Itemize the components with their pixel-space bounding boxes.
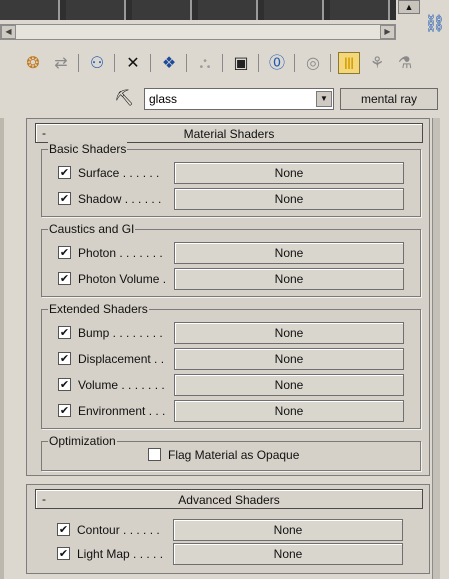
photon-checkbox[interactable]: ✔ xyxy=(58,246,71,259)
make-unique-icon[interactable]: ❖ xyxy=(158,52,180,74)
sample-slot[interactable] xyxy=(66,0,126,20)
group-label: Basic Shaders xyxy=(48,142,128,156)
surface-row: ✔ Surface . . . . . . None xyxy=(58,162,414,184)
sample-type-icon[interactable]: ⛓ xyxy=(424,14,446,34)
rollout-title: Material Shaders xyxy=(183,127,275,141)
environment-label: Environment . . . xyxy=(78,404,166,418)
material-name-input[interactable] xyxy=(145,89,315,109)
photon-volume-label: Photon Volume . xyxy=(78,272,167,286)
light-map-label: Light Map . . . . . xyxy=(77,547,164,561)
material-name-combobox[interactable]: ▼ xyxy=(144,88,334,110)
shadow-row: ✔ Shadow . . . . . . None xyxy=(58,188,414,210)
show-map-in-viewport-icon[interactable]: ⓪ xyxy=(266,52,288,74)
light-map-row: ✔ Light Map . . . . . None xyxy=(57,543,413,565)
photon-label: Photon . . . . . . . xyxy=(78,246,163,260)
pick-material-icon[interactable]: ⚗ xyxy=(394,52,416,74)
environment-map-button[interactable]: None xyxy=(174,400,404,422)
volume-checkbox[interactable]: ✔ xyxy=(58,378,71,391)
group-label: Extended Shaders xyxy=(48,302,149,316)
environment-row: ✔ Environment . . . None xyxy=(58,400,414,422)
toolbar-separator xyxy=(330,54,331,72)
panel-left-border xyxy=(0,118,4,579)
surface-checkbox[interactable]: ✔ xyxy=(58,166,71,179)
material-shaders-header[interactable]: - Material Shaders xyxy=(35,123,423,143)
flag-opaque-label: Flag Material as Opaque xyxy=(168,448,300,462)
sample-slot[interactable] xyxy=(330,0,390,20)
material-shaders-rollout: - Material Shaders Basic Shaders ✔ Surfa… xyxy=(26,118,430,476)
get-material-icon[interactable]: ❂ xyxy=(22,52,44,74)
shadow-map-button[interactable]: None xyxy=(174,188,404,210)
sample-slot[interactable] xyxy=(264,0,324,20)
put-to-library-icon[interactable]: ⛬ xyxy=(194,52,216,74)
reset-map-icon[interactable]: ✕ xyxy=(122,52,144,74)
photon-volume-checkbox[interactable]: ✔ xyxy=(58,272,71,285)
optimization-group: Optimization Flag Material as Opaque xyxy=(41,434,421,471)
bump-label: Bump . . . . . . . . xyxy=(78,326,163,340)
contour-label: Contour . . . . . . xyxy=(77,523,160,537)
material-type-button[interactable]: mental ray xyxy=(340,88,438,110)
shadow-checkbox[interactable]: ✔ xyxy=(58,192,71,205)
group-label: Caustics and GI xyxy=(48,222,136,236)
toolbar-separator xyxy=(294,54,295,72)
show-end-result-icon[interactable]: ◎ xyxy=(302,52,324,74)
sample-slot[interactable] xyxy=(198,0,258,20)
sample-slot[interactable] xyxy=(0,0,60,20)
pick-material-from-object-icon[interactable]: ⛏ xyxy=(114,88,134,107)
caustics-gi-group: Caustics and GI ✔ Photon . . . . . . . N… xyxy=(41,222,421,297)
displacement-label: Displacement . . xyxy=(78,352,165,366)
advanced-shaders-header[interactable]: - Advanced Shaders xyxy=(35,489,423,509)
displacement-map-button[interactable]: None xyxy=(174,348,404,370)
toolbar-separator xyxy=(78,54,79,72)
rollout-title: Advanced Shaders xyxy=(178,493,280,507)
chevron-down-icon[interactable]: ▼ xyxy=(316,91,332,107)
horizontal-scrollbar[interactable]: ◀ ▶ xyxy=(0,24,396,40)
environment-checkbox[interactable]: ✔ xyxy=(58,404,71,417)
displacement-row: ✔ Displacement . . None xyxy=(58,348,414,370)
photon-volume-map-button[interactable]: None xyxy=(174,268,404,290)
basic-shaders-group: Basic Shaders ✔ Surface . . . . . . None… xyxy=(41,142,421,217)
bump-map-button[interactable]: None xyxy=(174,322,404,344)
opaque-row: Flag Material as Opaque xyxy=(148,448,348,470)
put-to-scene-icon[interactable]: ⇄ xyxy=(50,52,72,74)
contour-checkbox[interactable]: ✔ xyxy=(57,523,70,536)
sample-slot[interactable] xyxy=(132,0,192,20)
group-label: Optimization xyxy=(48,434,117,448)
assign-to-selection-icon[interactable]: ⚇ xyxy=(86,52,108,74)
toolbar-separator xyxy=(150,54,151,72)
volume-label: Volume . . . . . . . xyxy=(78,378,165,392)
flag-opaque-checkbox[interactable] xyxy=(148,448,161,461)
surface-label: Surface . . . . . . xyxy=(78,166,160,180)
sample-slot-strip[interactable] xyxy=(0,0,396,20)
material-effects-channel-icon[interactable]: ▣ xyxy=(230,52,252,74)
light-map-map-button[interactable]: None xyxy=(173,543,403,565)
photon-map-button[interactable]: None xyxy=(174,242,404,264)
shadow-label: Shadow . . . . . . xyxy=(78,192,162,206)
toolbar-separator xyxy=(222,54,223,72)
contour-row: ✔ Contour . . . . . . None xyxy=(57,519,413,541)
toolbar-separator xyxy=(258,54,259,72)
extended-shaders-group: Extended Shaders ✔ Bump . . . . . . . . … xyxy=(41,302,421,429)
toolbar-separator xyxy=(114,54,115,72)
go-to-parent-icon[interactable]: Ⅲ xyxy=(338,52,360,74)
volume-map-button[interactable]: None xyxy=(174,374,404,396)
light-map-checkbox[interactable]: ✔ xyxy=(57,547,70,560)
bump-checkbox[interactable]: ✔ xyxy=(58,326,71,339)
scroll-left-button[interactable]: ◀ xyxy=(1,25,16,39)
strip-scroll-up-button[interactable]: ▲ xyxy=(398,0,420,14)
photon-volume-row: ✔ Photon Volume . None xyxy=(58,268,414,290)
contour-map-button[interactable]: None xyxy=(173,519,403,541)
toolbar-separator xyxy=(186,54,187,72)
bump-row: ✔ Bump . . . . . . . . None xyxy=(58,322,414,344)
scroll-right-button[interactable]: ▶ xyxy=(380,25,395,39)
go-forward-to-sibling-icon[interactable]: ⚘ xyxy=(366,52,388,74)
material-toolbar: ❂ ⇄ ⚇ ✕ ❖ ⛬ ▣ ⓪ ◎ Ⅲ ⚘ ⚗ xyxy=(22,52,442,76)
vertical-scrollbar[interactable] xyxy=(432,118,440,579)
photon-row: ✔ Photon . . . . . . . None xyxy=(58,242,414,264)
volume-row: ✔ Volume . . . . . . . None xyxy=(58,374,414,396)
surface-map-button[interactable]: None xyxy=(174,162,404,184)
displacement-checkbox[interactable]: ✔ xyxy=(58,352,71,365)
advanced-shaders-rollout: - Advanced Shaders ✔ Contour . . . . . .… xyxy=(26,484,430,574)
